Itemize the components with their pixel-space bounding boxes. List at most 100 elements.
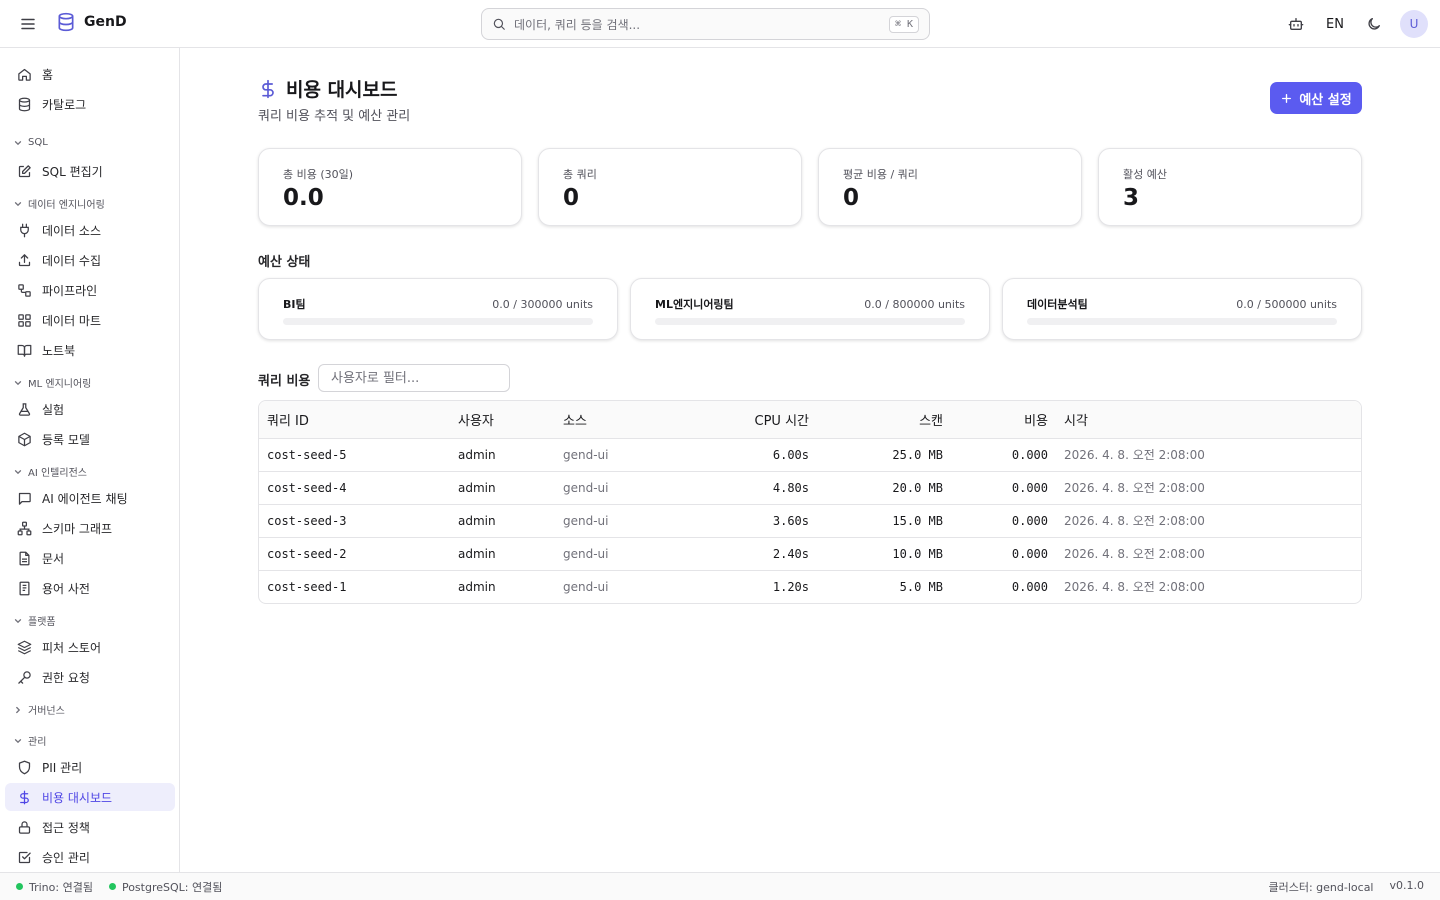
sidebar-item-catalog[interactable]: 카탈로그 — [5, 90, 175, 118]
budget-card-bi: BI팀 0.0 / 300000 units — [258, 278, 618, 340]
sidebar-item-label: 노트북 — [42, 343, 76, 358]
bot-icon[interactable] — [1284, 12, 1308, 36]
cell-query-id: cost-seed-3 — [259, 504, 450, 538]
stat-label: 총 쿼리 — [563, 168, 597, 181]
glossary-icon — [16, 580, 33, 597]
layers-icon — [16, 639, 33, 656]
sidebar-item-registered-model[interactable]: 등록 모델 — [5, 425, 175, 453]
budget-card-data-analysis: 데이터분석팀 0.0 / 500000 units — [1002, 278, 1362, 340]
brand-name: GenD — [84, 14, 127, 30]
sidebar-item-ai-agent-chat[interactable]: AI 에이전트 채팅 — [5, 484, 175, 512]
sidebar-item-permission-request[interactable]: 권한 요청 — [5, 663, 175, 691]
cell-cpu-time: 6.00s — [665, 438, 817, 472]
sidebar-item-schema-graph[interactable]: 스키마 그래프 — [5, 514, 175, 542]
stat-label: 평균 비용 / 쿼리 — [843, 168, 918, 181]
moon-icon[interactable] — [1362, 12, 1386, 36]
cell-scan: 25.0 MB — [817, 438, 951, 472]
query-cost-table: 쿼리 ID 사용자 소스 CPU 시간 스캔 비용 시각 cost-seed-5… — [258, 400, 1362, 604]
budget-usage: 0.0 / 300000 units — [492, 297, 593, 311]
chevron-down-icon — [13, 467, 23, 477]
section-governance[interactable]: 거버넌스 — [13, 702, 65, 717]
chevron-down-icon — [13, 378, 23, 388]
menu-icon[interactable] — [16, 12, 40, 36]
brand[interactable]: GenD — [56, 12, 127, 32]
budget-settings-label: 예산 설정 — [1299, 92, 1352, 108]
sidebar-item-document[interactable]: 문서 — [5, 544, 175, 572]
stat-label: 활성 예산 — [1123, 168, 1167, 181]
table-row[interactable]: cost-seed-2 admin gend-ui 2.40s 10.0 MB … — [259, 537, 1361, 571]
sidebar-item-label: AI 에이전트 채팅 — [42, 491, 128, 506]
section-label: SQL — [28, 137, 48, 148]
cell-query-id: cost-seed-1 — [267, 579, 347, 594]
stat-value: 3 — [1123, 185, 1140, 211]
cell-cpu-time: 3.60s — [665, 504, 817, 538]
table-row[interactable]: cost-seed-4 admin gend-ui 4.80s 20.0 MB … — [259, 471, 1361, 505]
cell-cpu-time: 4.80s — [665, 471, 817, 505]
sidebar-item-label: 홈 — [42, 67, 54, 82]
sidebar-item-approval[interactable]: 승인 관리 — [5, 843, 175, 871]
cluster-label: 클러스터: gend-local — [1268, 880, 1374, 894]
budget-settings-button[interactable]: 예산 설정 — [1270, 82, 1362, 114]
col-cost[interactable]: 비용 — [951, 401, 1056, 439]
sidebar-item-label: 용어 사전 — [42, 581, 90, 596]
sidebar-item-pipeline[interactable]: 파이프라인 — [5, 276, 175, 304]
sidebar-item-label: 파이프라인 — [42, 283, 98, 298]
search-icon — [492, 17, 506, 31]
col-query-id[interactable]: 쿼리 ID — [259, 401, 450, 439]
document-icon — [16, 550, 33, 567]
budget-name: 데이터분석팀 — [1027, 298, 1088, 311]
section-ml-engineering[interactable]: ML 엔지니어링 — [13, 375, 91, 390]
global-search[interactable]: 데이터, 쿼리 등을 검색... ⌘ K — [481, 8, 930, 40]
col-cpu-time[interactable]: CPU 시간 — [665, 401, 817, 439]
sidebar-item-cost-dashboard[interactable]: 비용 대시보드 — [5, 783, 175, 811]
col-time[interactable]: 시각 — [1056, 401, 1361, 439]
cell-scan: 20.0 MB — [817, 471, 951, 505]
table-row[interactable]: cost-seed-5 admin gend-ui 6.00s 25.0 MB … — [259, 438, 1361, 472]
section-label: 플랫폼 — [28, 617, 56, 628]
sidebar-item-label: 스키마 그래프 — [42, 521, 113, 536]
budget-usage: 0.0 / 800000 units — [864, 297, 965, 311]
col-scan[interactable]: 스캔 — [817, 401, 951, 439]
sidebar-item-feature-store[interactable]: 피처 스토어 — [5, 633, 175, 661]
chat-icon — [16, 490, 33, 507]
sidebar-item-data-source[interactable]: 데이터 소스 — [5, 216, 175, 244]
sidebar-item-notebook[interactable]: 노트북 — [5, 336, 175, 364]
box-icon — [16, 431, 33, 448]
plug-icon — [16, 222, 33, 239]
search-shortcut: ⌘ K — [888, 15, 919, 33]
sidebar-item-access-policy[interactable]: 접근 정책 — [5, 813, 175, 841]
col-source[interactable]: 소스 — [555, 401, 665, 439]
sidebar-item-experiment[interactable]: 실험 — [5, 395, 175, 423]
cell-cost: 0.000 — [951, 438, 1056, 472]
sidebar-item-glossary[interactable]: 용어 사전 — [5, 574, 175, 602]
sidebar-item-data-ingest[interactable]: 데이터 수집 — [5, 246, 175, 274]
sidebar-item-data-mart[interactable]: 데이터 마트 — [5, 306, 175, 334]
cell-user: admin — [458, 579, 496, 594]
cell-query-id: cost-seed-5 — [259, 438, 450, 472]
section-admin[interactable]: 관리 — [13, 733, 46, 748]
flask-icon — [16, 401, 33, 418]
section-data-engineering[interactable]: 데이터 엔지니어링 — [13, 196, 105, 211]
cell-source: gend-ui — [555, 438, 665, 472]
col-user[interactable]: 사용자 — [450, 401, 555, 439]
section-sql[interactable]: SQL — [13, 137, 48, 148]
database-logo-icon — [56, 12, 76, 32]
table-row[interactable]: cost-seed-3 admin gend-ui 3.60s 15.0 MB … — [259, 504, 1361, 538]
sidebar-item-home[interactable]: 홈 — [5, 60, 175, 88]
book-icon — [16, 342, 33, 359]
table-row[interactable]: cost-seed-1 admin gend-ui 1.20s 5.0 MB 0… — [259, 570, 1361, 603]
sidebar-item-label: SQL 편집기 — [42, 164, 103, 179]
stat-card-total-queries: 총 쿼리 0 — [538, 148, 802, 226]
sidebar-item-sql-editor[interactable]: SQL 편집기 — [5, 157, 175, 185]
version-label: v0.1.0 — [1389, 878, 1425, 892]
section-ai-intelligence[interactable]: AI 인텔리전스 — [13, 464, 87, 479]
home-icon — [16, 66, 33, 83]
chevron-right-icon — [13, 705, 23, 715]
sidebar-item-pii[interactable]: PII 관리 — [5, 753, 175, 781]
postgres-status: PostgreSQL: 연결됨 — [108, 879, 222, 895]
user-filter-input[interactable] — [318, 364, 510, 392]
section-platform[interactable]: 플랫폼 — [13, 613, 56, 628]
sidebar-item-label: PII 관리 — [42, 760, 83, 775]
language-toggle[interactable]: EN — [1322, 17, 1348, 32]
user-avatar[interactable]: U — [1400, 10, 1428, 38]
